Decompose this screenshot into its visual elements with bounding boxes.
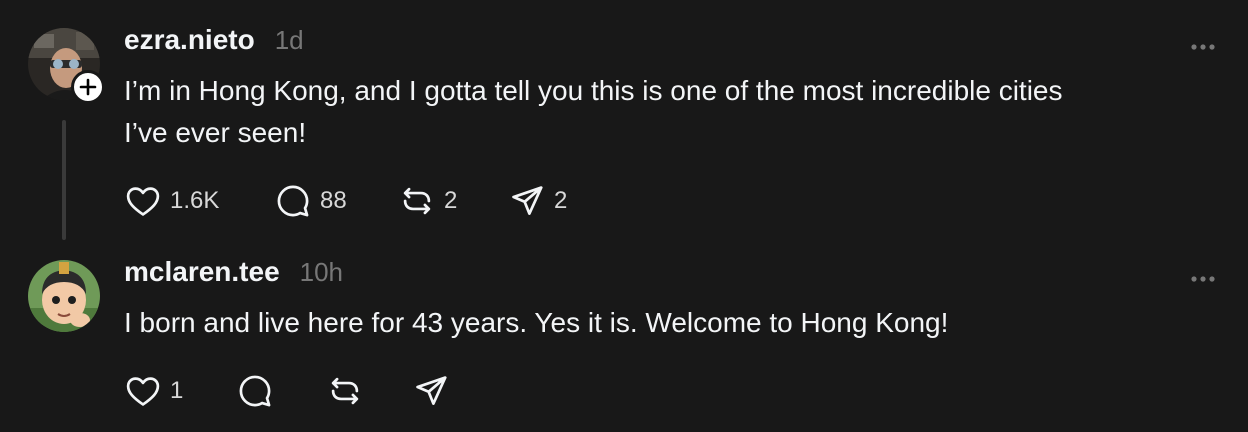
reply-count: 88 xyxy=(320,187,347,214)
comment-header: mclaren.tee 10h xyxy=(124,256,343,288)
repost-button[interactable]: 2 xyxy=(398,182,508,220)
comment-mclaren-tee: mclaren.tee 10h I born and live here for… xyxy=(0,250,1248,432)
heart-icon xyxy=(126,377,160,406)
share-icon xyxy=(416,376,447,406)
comment-text: I’m in Hong Kong, and I gotta tell you t… xyxy=(124,70,1204,154)
share-button[interactable]: 2 xyxy=(508,182,567,220)
timestamp[interactable]: 1d xyxy=(275,25,304,56)
heart-icon xyxy=(126,187,160,216)
share-button[interactable] xyxy=(412,372,450,410)
comment-text-line: I’m in Hong Kong, and I gotta tell you t… xyxy=(124,75,1063,106)
avatar-image xyxy=(28,260,100,332)
like-button[interactable]: 1.6K xyxy=(124,182,274,220)
repost-icon xyxy=(331,377,359,405)
avatar[interactable] xyxy=(28,260,100,332)
comment-ezra-nieto: ezra.nieto 1d I’m in Hong Kong, and I go… xyxy=(0,0,1248,250)
comment-text-line: I born and live here for 43 years. Yes i… xyxy=(124,307,949,338)
timestamp[interactable]: 10h xyxy=(300,257,343,288)
comment-icon xyxy=(277,185,309,217)
comment-text-line: I’ve ever seen! xyxy=(124,117,307,148)
repost-icon xyxy=(403,187,431,215)
reply-button[interactable] xyxy=(236,372,326,410)
repost-count: 2 xyxy=(444,187,458,214)
follow-button[interactable] xyxy=(71,70,105,104)
comment-text: I born and live here for 43 years. Yes i… xyxy=(124,302,1204,344)
repost-button[interactable] xyxy=(326,372,412,410)
comment-header: ezra.nieto 1d xyxy=(124,24,304,56)
thread-line xyxy=(62,120,66,240)
comment-icon xyxy=(239,375,271,407)
like-count: 1.6K xyxy=(170,187,220,214)
action-bar: 1.6K 88 2 2 xyxy=(124,182,567,220)
more-button[interactable] xyxy=(1190,270,1216,288)
plus-icon xyxy=(79,78,97,96)
share-icon xyxy=(512,186,543,216)
share-count: 2 xyxy=(554,187,568,214)
more-icon xyxy=(1191,44,1215,50)
like-count: 1 xyxy=(170,377,184,404)
like-button[interactable]: 1 xyxy=(124,372,236,410)
more-button[interactable] xyxy=(1190,38,1216,56)
action-bar: 1 xyxy=(124,372,450,410)
username[interactable]: mclaren.tee xyxy=(124,256,280,288)
more-icon xyxy=(1191,276,1215,282)
reply-button[interactable]: 88 xyxy=(274,182,398,220)
username[interactable]: ezra.nieto xyxy=(124,24,255,56)
